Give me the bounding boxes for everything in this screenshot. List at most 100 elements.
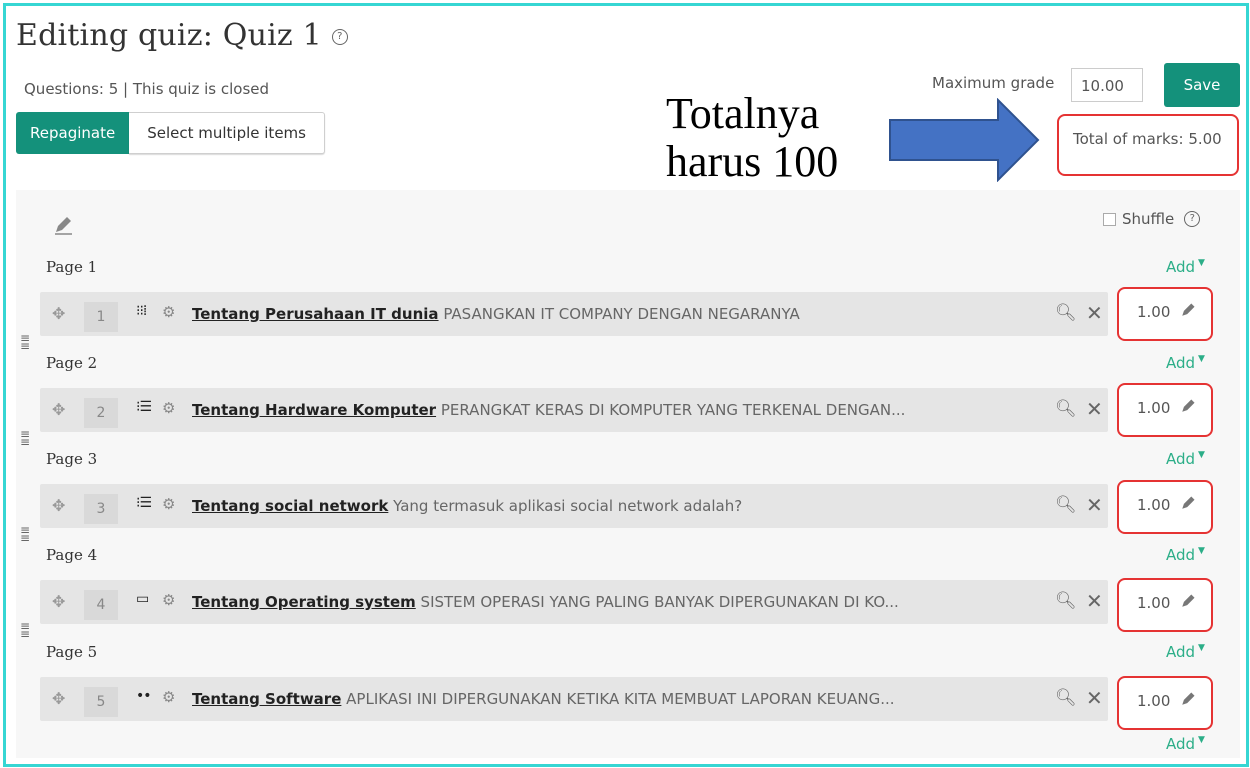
shuffle-label: Shuffle [1122, 210, 1175, 228]
question-number: 3 [84, 494, 118, 524]
caret-down-icon: ▼ [1198, 258, 1205, 268]
question-mark: 1.00 [1137, 594, 1171, 612]
move-icon[interactable]: ✥ [52, 592, 65, 611]
question-body: APLIKASI INI DIPERGUNAKAN KETIKA KITA ME… [346, 690, 895, 708]
delete-icon[interactable]: ✕ [1086, 493, 1103, 517]
question-text: Tentang Operating system SISTEM OPERASI … [192, 593, 899, 611]
multichoice-type-icon: ⁝☰ [136, 399, 152, 415]
gear-icon[interactable]: ⚙ [162, 303, 175, 321]
button-group: Repaginate Select multiple items [16, 112, 325, 154]
move-icon[interactable]: ✥ [52, 400, 65, 419]
add-menu[interactable]: Add ▼ [1166, 450, 1205, 468]
page-break-icon[interactable]: ≡ ≡ [20, 620, 36, 640]
caret-down-icon: ▼ [1198, 546, 1205, 556]
preview-search-icon[interactable]: 🔍︎ [1055, 399, 1077, 419]
delete-icon[interactable]: ✕ [1086, 301, 1103, 325]
question-text: Tentang Hardware Komputer PERANGKAT KERA… [192, 401, 905, 419]
gear-icon[interactable]: ⚙ [162, 495, 175, 513]
max-grade-label: Maximum grade [932, 74, 1055, 92]
question-text: Tentang Software APLIKASI INI DIPERGUNAK… [192, 690, 895, 708]
edit-mark-pencil-icon[interactable] [1179, 494, 1197, 512]
gear-icon[interactable]: ⚙ [162, 399, 175, 417]
delete-icon[interactable]: ✕ [1086, 686, 1103, 710]
page-label: Page 4 [46, 546, 98, 564]
edit-mark-pencil-icon[interactable] [1179, 397, 1197, 415]
move-icon[interactable]: ✥ [52, 304, 65, 323]
question-name-link[interactable]: Tentang social network [192, 497, 388, 515]
question-body: SISTEM OPERASI YANG PALING BANYAK DIPERG… [420, 593, 899, 611]
move-icon[interactable]: ✥ [52, 689, 65, 708]
question-row: ✥ 3 ⁝☰ ⚙ Tentang social network Yang ter… [40, 484, 1108, 528]
gear-icon[interactable]: ⚙ [162, 591, 175, 609]
question-mark: 1.00 [1137, 496, 1171, 514]
question-number: 1 [84, 302, 118, 332]
question-row: ✥ 5 •• ⚙ Tentang Software APLIKASI INI D… [40, 677, 1108, 721]
delete-icon[interactable]: ✕ [1086, 397, 1103, 421]
save-button[interactable]: Save [1164, 63, 1240, 107]
question-name-link[interactable]: Tentang Hardware Komputer [192, 401, 436, 419]
question-name-link[interactable]: Tentang Perusahaan IT dunia [192, 305, 439, 323]
edit-mark-pencil-icon[interactable] [1179, 690, 1197, 708]
shortanswer-type-icon: ▭ [136, 591, 149, 607]
annotation-text: Totalnya harus 100 [666, 90, 838, 186]
caret-down-icon: ▼ [1198, 735, 1205, 745]
page-label: Page 1 [46, 258, 98, 276]
question-name-link[interactable]: Tentang Software [192, 690, 341, 708]
caret-down-icon: ▼ [1198, 354, 1205, 364]
mark-box[interactable]: 1.00 [1117, 383, 1213, 437]
preview-search-icon[interactable]: 🔍︎ [1055, 495, 1077, 515]
edit-mark-pencil-icon[interactable] [1179, 592, 1197, 610]
page-label: Page 5 [46, 643, 98, 661]
questions-panel [16, 190, 1240, 758]
annotation-line-1: Totalnya [666, 89, 820, 138]
question-number: 4 [84, 590, 118, 620]
arrow-icon [889, 98, 1040, 182]
question-number: 2 [84, 398, 118, 428]
question-mark: 1.00 [1137, 303, 1171, 321]
page-title: Editing quiz: Quiz 1? [16, 18, 348, 53]
add-menu[interactable]: Add ▼ [1166, 546, 1205, 564]
question-text: Tentang Perusahaan IT dunia PASANGKAN IT… [192, 305, 800, 323]
gear-icon[interactable]: ⚙ [162, 688, 175, 706]
page-break-icon[interactable]: ≡ ≡ [20, 332, 36, 352]
shuffle-toggle[interactable]: Shuffle ? [1103, 210, 1201, 228]
annotation-line-2: harus 100 [666, 137, 839, 186]
select-multiple-button[interactable]: Select multiple items [129, 112, 325, 154]
mark-box[interactable]: 1.00 [1117, 287, 1213, 341]
question-body: PERANGKAT KERAS DI KOMPUTER YANG TERKENA… [440, 401, 906, 419]
preview-search-icon[interactable]: 🔍︎ [1055, 591, 1077, 611]
question-body: PASANGKAN IT COMPANY DENGAN NEGARANYA [443, 305, 800, 323]
question-row: ✥ 4 ▭ ⚙ Tentang Operating system SISTEM … [40, 580, 1108, 624]
question-row: ✥ 1 ⁝⁝⁞ ⚙ Tentang Perusahaan IT dunia PA… [40, 292, 1108, 336]
add-menu[interactable]: Add ▼ [1166, 354, 1205, 372]
page-break-icon[interactable]: ≡ ≡ [20, 428, 36, 448]
repaginate-button[interactable]: Repaginate [16, 112, 130, 154]
mark-box[interactable]: 1.00 [1117, 480, 1213, 534]
add-menu[interactable]: Add ▼ [1166, 258, 1205, 276]
caret-down-icon: ▼ [1198, 643, 1205, 653]
question-name-link[interactable]: Tentang Operating system [192, 593, 416, 611]
page-label: Page 2 [46, 354, 98, 372]
add-menu[interactable]: Add ▼ [1166, 735, 1205, 753]
edit-pencil-icon[interactable] [52, 214, 74, 236]
max-grade-input[interactable]: 10.00 [1071, 68, 1143, 102]
help-icon[interactable]: ? [331, 29, 348, 45]
question-number: 5 [84, 687, 118, 717]
question-text: Tentang social network Yang termasuk apl… [192, 497, 742, 515]
question-mark: 1.00 [1137, 399, 1171, 417]
shuffle-checkbox[interactable] [1103, 212, 1116, 226]
preview-search-icon[interactable]: 🔍︎ [1055, 303, 1077, 323]
total-marks: Total of marks: 5.00 [1073, 130, 1222, 148]
mark-box[interactable]: 1.00 [1117, 676, 1213, 730]
shuffle-help-icon[interactable]: ? [1184, 211, 1201, 227]
page-break-icon[interactable]: ≡ ≡ [20, 524, 36, 544]
delete-icon[interactable]: ✕ [1086, 589, 1103, 613]
add-menu[interactable]: Add ▼ [1166, 643, 1205, 661]
truefalse-type-icon: •• [136, 688, 151, 704]
edit-mark-pencil-icon[interactable] [1179, 301, 1197, 319]
question-mark: 1.00 [1137, 692, 1171, 710]
move-icon[interactable]: ✥ [52, 496, 65, 515]
mark-box[interactable]: 1.00 [1117, 578, 1213, 632]
question-row: ✥ 2 ⁝☰ ⚙ Tentang Hardware Komputer PERAN… [40, 388, 1108, 432]
preview-search-icon[interactable]: 🔍︎ [1055, 688, 1077, 708]
